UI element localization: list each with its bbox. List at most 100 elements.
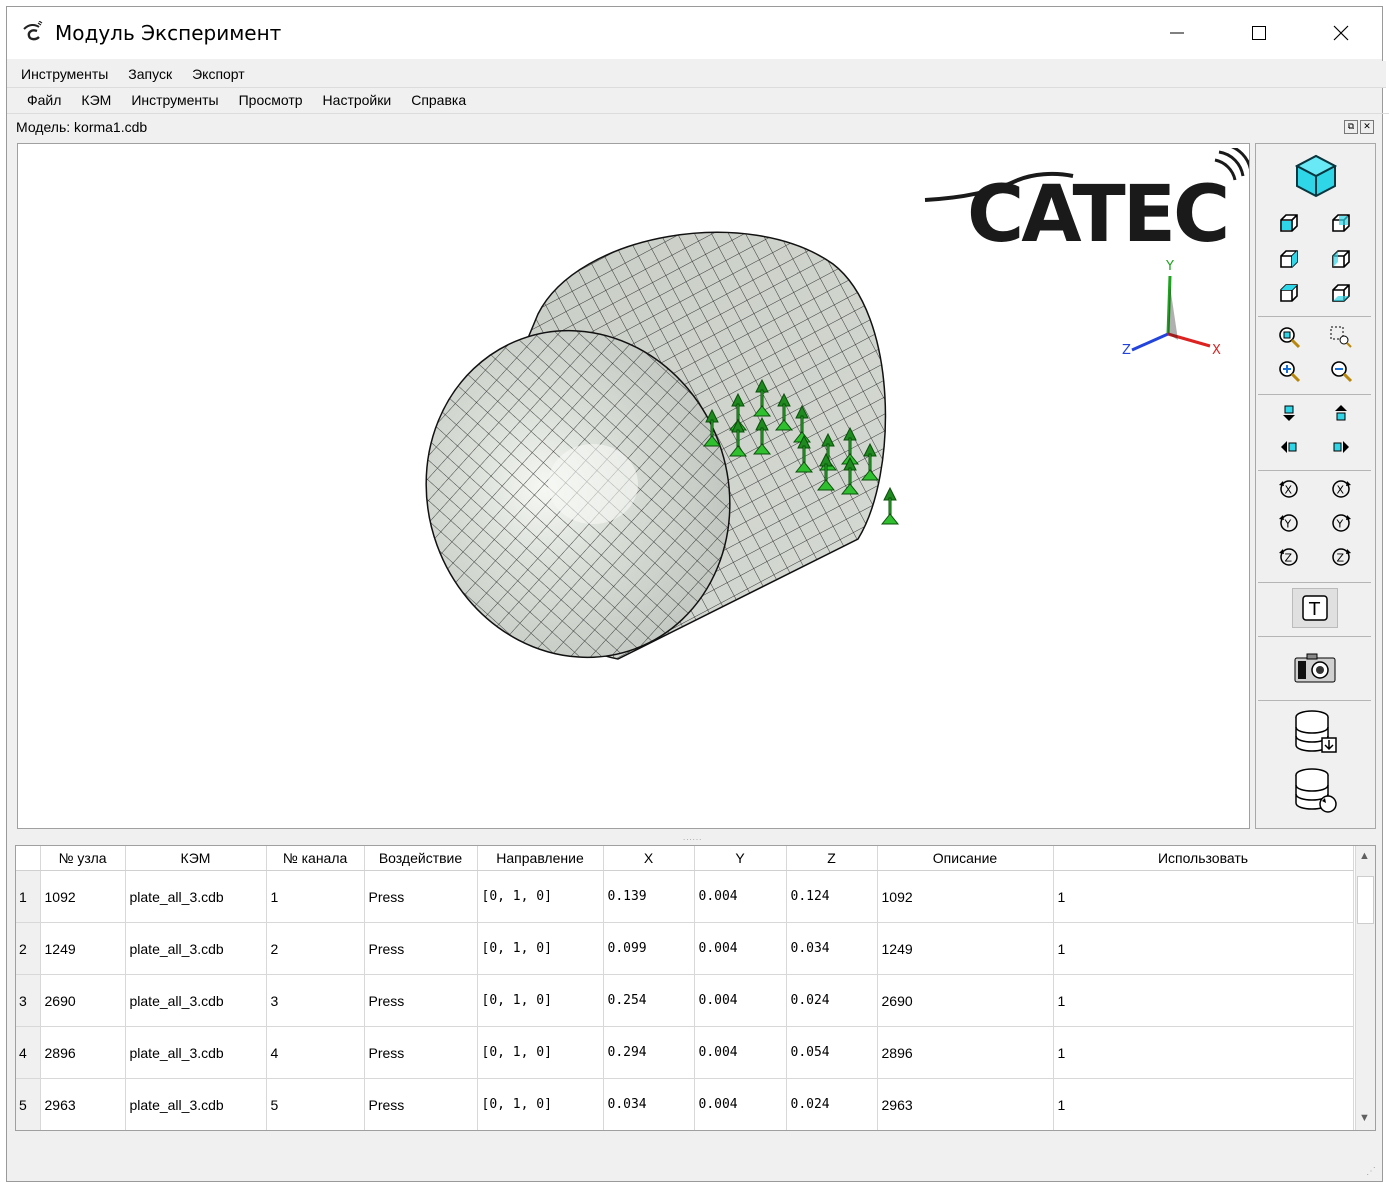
table-row[interactable]: 2 1249 plate_all_3.cdb 2 Press [0, 1, 0]… bbox=[16, 922, 1354, 975]
menu-export[interactable]: Экспорт bbox=[182, 66, 255, 82]
cell-description[interactable]: 2896 bbox=[877, 1026, 1054, 1079]
view-right-button[interactable] bbox=[1326, 244, 1356, 274]
cell-direction[interactable]: [0, 1, 0] bbox=[477, 1078, 604, 1130]
pan-down-button[interactable] bbox=[1274, 398, 1304, 428]
cell-z[interactable]: 0.054 bbox=[786, 1026, 878, 1079]
rotate-x-pos-button[interactable]: X bbox=[1326, 474, 1356, 504]
col-header-kem[interactable]: КЭМ bbox=[125, 846, 267, 871]
rotate-z-neg-button[interactable]: Z bbox=[1274, 542, 1304, 572]
scrollbar-thumb[interactable] bbox=[1357, 876, 1374, 924]
screenshot-button[interactable] bbox=[1292, 648, 1338, 688]
cell-direction[interactable]: [0, 1, 0] bbox=[477, 870, 604, 923]
row-number[interactable]: 4 bbox=[16, 1026, 41, 1079]
cell-y[interactable]: 0.004 bbox=[694, 1026, 787, 1079]
cell-action[interactable]: Press bbox=[364, 1078, 478, 1130]
cell-channel[interactable]: 1 bbox=[266, 870, 365, 923]
rotate-y-neg-button[interactable]: Y bbox=[1274, 508, 1304, 538]
cell-channel[interactable]: 2 bbox=[266, 922, 365, 975]
cell-z[interactable]: 0.024 bbox=[786, 1078, 878, 1130]
rotate-y-pos-button[interactable]: Y bbox=[1326, 508, 1356, 538]
zoom-out-button[interactable] bbox=[1326, 356, 1356, 386]
cell-direction[interactable]: [0, 1, 0] bbox=[477, 974, 604, 1027]
rotate-z-pos-button[interactable]: Z bbox=[1326, 542, 1356, 572]
cell-description[interactable]: 1092 bbox=[877, 870, 1054, 923]
cell-kem[interactable]: plate_all_3.cdb bbox=[125, 1078, 267, 1130]
cell-node[interactable]: 2963 bbox=[40, 1078, 126, 1130]
pan-right-button[interactable] bbox=[1326, 432, 1356, 462]
cell-action[interactable]: Press bbox=[364, 922, 478, 975]
pan-up-button[interactable] bbox=[1326, 398, 1356, 428]
zoom-in-button[interactable] bbox=[1274, 356, 1304, 386]
cell-y[interactable]: 0.004 bbox=[694, 1078, 787, 1130]
cell-z[interactable]: 0.024 bbox=[786, 974, 878, 1027]
view-top-button[interactable] bbox=[1274, 278, 1304, 308]
cell-use[interactable]: 1 bbox=[1053, 974, 1354, 1027]
col-header-use[interactable]: Использовать bbox=[1053, 846, 1354, 871]
menu-tools[interactable]: Инструменты bbox=[121, 92, 228, 108]
menu-kem[interactable]: КЭМ bbox=[71, 92, 121, 108]
cell-y[interactable]: 0.004 bbox=[694, 974, 787, 1027]
menu-file[interactable]: Файл bbox=[17, 92, 71, 108]
table-row[interactable]: 4 2896 plate_all_3.cdb 4 Press [0, 1, 0]… bbox=[16, 1026, 1354, 1079]
menu-help[interactable]: Справка bbox=[401, 92, 476, 108]
cell-y[interactable]: 0.004 bbox=[694, 870, 787, 923]
cell-use[interactable]: 1 bbox=[1053, 1078, 1354, 1130]
maximize-button[interactable] bbox=[1219, 7, 1299, 59]
scroll-up-icon[interactable]: ▲ bbox=[1359, 850, 1370, 862]
close-button[interactable] bbox=[1301, 7, 1381, 59]
minimize-button[interactable] bbox=[1137, 7, 1217, 59]
col-header-action[interactable]: Воздействие bbox=[364, 846, 478, 871]
splitter-grip[interactable]: ...... bbox=[683, 833, 702, 842]
cell-z[interactable]: 0.034 bbox=[786, 922, 878, 975]
zoom-fit-button[interactable] bbox=[1274, 322, 1304, 352]
cell-action[interactable]: Press bbox=[364, 870, 478, 923]
cell-description[interactable]: 2690 bbox=[877, 974, 1054, 1027]
cell-kem[interactable]: plate_all_3.cdb bbox=[125, 870, 267, 923]
cell-action[interactable]: Press bbox=[364, 974, 478, 1027]
col-header-z[interactable]: Z bbox=[786, 846, 878, 871]
cell-x[interactable]: 0.139 bbox=[603, 870, 695, 923]
row-number[interactable]: 5 bbox=[16, 1078, 41, 1130]
scroll-down-icon[interactable]: ▼ bbox=[1359, 1112, 1370, 1124]
view-left-button[interactable] bbox=[1274, 244, 1304, 274]
cell-description[interactable]: 1249 bbox=[877, 922, 1054, 975]
cell-x[interactable]: 0.254 bbox=[603, 974, 695, 1027]
cell-direction[interactable]: [0, 1, 0] bbox=[477, 1026, 604, 1079]
view-bottom-button[interactable] bbox=[1326, 278, 1356, 308]
view-front-button[interactable] bbox=[1274, 208, 1304, 238]
zoom-window-button[interactable] bbox=[1326, 322, 1356, 352]
pan-left-button[interactable] bbox=[1274, 432, 1304, 462]
cell-node[interactable]: 1092 bbox=[40, 870, 126, 923]
cell-description[interactable]: 2963 bbox=[877, 1078, 1054, 1130]
table-row[interactable]: 3 2690 plate_all_3.cdb 3 Press [0, 1, 0]… bbox=[16, 974, 1354, 1027]
view-iso-button[interactable] bbox=[1292, 152, 1340, 200]
cell-node[interactable]: 2896 bbox=[40, 1026, 126, 1079]
rotate-x-neg-button[interactable]: X bbox=[1274, 474, 1304, 504]
cell-node[interactable]: 1249 bbox=[40, 922, 126, 975]
menu-settings[interactable]: Настройки bbox=[313, 92, 402, 108]
menu-instruments[interactable]: Инструменты bbox=[11, 66, 118, 82]
cell-use[interactable]: 1 bbox=[1053, 870, 1354, 923]
table-vertical-scrollbar[interactable]: ▲ ▼ bbox=[1355, 846, 1375, 1130]
table-row[interactable]: 1 1092 plate_all_3.cdb 1 Press [0, 1, 0]… bbox=[16, 870, 1354, 923]
row-number[interactable]: 3 bbox=[16, 974, 41, 1027]
col-header-x[interactable]: X bbox=[603, 846, 695, 871]
cell-channel[interactable]: 4 bbox=[266, 1026, 365, 1079]
cell-action[interactable]: Press bbox=[364, 1026, 478, 1079]
cell-kem[interactable]: plate_all_3.cdb bbox=[125, 1026, 267, 1079]
cell-kem[interactable]: plate_all_3.cdb bbox=[125, 922, 267, 975]
text-toggle-button[interactable]: T bbox=[1292, 588, 1338, 628]
cell-x[interactable]: 0.099 bbox=[603, 922, 695, 975]
row-number[interactable]: 2 bbox=[16, 922, 41, 975]
cell-channel[interactable]: 5 bbox=[266, 1078, 365, 1130]
cell-node[interactable]: 2690 bbox=[40, 974, 126, 1027]
db-refresh-button[interactable] bbox=[1292, 766, 1338, 816]
row-number[interactable]: 1 bbox=[16, 870, 41, 923]
cell-use[interactable]: 1 bbox=[1053, 922, 1354, 975]
col-header-channel[interactable]: № канала bbox=[266, 846, 365, 871]
col-header-direction[interactable]: Направление bbox=[477, 846, 604, 871]
table-row[interactable]: 5 2963 plate_all_3.cdb 5 Press [0, 1, 0]… bbox=[16, 1078, 1354, 1130]
col-header-description[interactable]: Описание bbox=[877, 846, 1054, 871]
cell-channel[interactable]: 3 bbox=[266, 974, 365, 1027]
cell-y[interactable]: 0.004 bbox=[694, 922, 787, 975]
